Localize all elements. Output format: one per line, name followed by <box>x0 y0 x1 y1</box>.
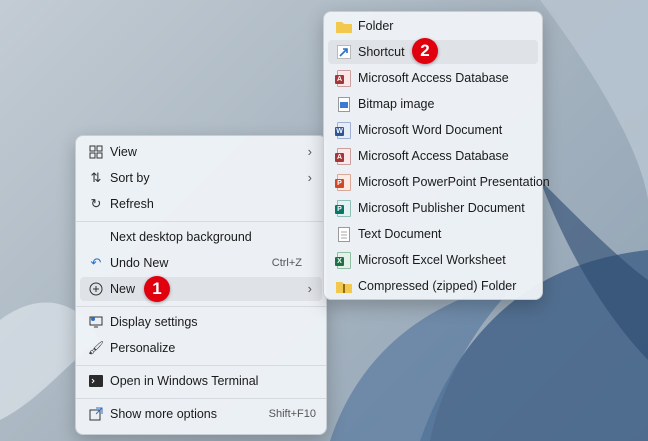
menu-separator <box>76 398 326 399</box>
menu-item-label: Sort by <box>110 171 150 185</box>
add-circle-icon <box>88 281 104 297</box>
menu-item-display-settings[interactable]: Display settings <box>80 310 322 334</box>
menu-item-new[interactable]: New › <box>80 277 322 301</box>
shortcut-hint: Shift+F10 <box>268 408 316 420</box>
terminal-icon <box>88 373 104 389</box>
step-badge-1: 1 <box>144 276 170 302</box>
chevron-right-icon: › <box>307 170 312 185</box>
menu-item-show-more-options[interactable]: Show more options Shift+F10 <box>80 402 322 426</box>
submenu-item-label: Microsoft PowerPoint Presentation <box>358 175 550 189</box>
menu-item-personalize[interactable]: 🖌 Personalize <box>80 336 322 360</box>
submenu-item-label: Text Document <box>358 227 442 241</box>
submenu-item-excel-worksheet[interactable]: X Microsoft Excel Worksheet <box>328 248 538 272</box>
menu-item-next-desktop-background[interactable]: Next desktop background <box>80 225 322 249</box>
shortcut-icon <box>336 44 352 60</box>
menu-item-label: Show more options <box>110 407 218 421</box>
submenu-item-label: Compressed (zipped) Folder <box>358 279 517 293</box>
menu-item-sort-by[interactable]: ⇅ Sort by › <box>80 166 322 190</box>
submenu-item-word-document[interactable]: W Microsoft Word Document <box>328 118 538 142</box>
submenu-item-powerpoint-presentation[interactable]: P Microsoft PowerPoint Presentation <box>328 170 550 194</box>
brush-icon: 🖌 <box>87 340 105 355</box>
excel-icon: X <box>335 251 352 269</box>
menu-separator <box>76 221 326 222</box>
menu-item-view[interactable]: View › <box>80 140 322 164</box>
folder-icon <box>336 18 352 34</box>
menu-item-label: Display settings <box>110 315 198 329</box>
shortcut-hint: Ctrl+Z <box>271 257 302 269</box>
bitmap-icon <box>336 96 352 112</box>
grid-icon <box>88 144 104 160</box>
submenu-item-bitmap-image[interactable]: Bitmap image <box>328 92 538 116</box>
submenu-item-label: Microsoft Access Database <box>358 149 509 163</box>
menu-item-label: Undo New <box>110 256 169 270</box>
menu-item-label: Open in Windows Terminal <box>110 374 259 388</box>
access-icon: A <box>335 69 352 87</box>
submenu-item-label: Microsoft Publisher Document <box>358 201 525 215</box>
submenu-item-publisher-document[interactable]: P Microsoft Publisher Document <box>328 196 538 220</box>
desktop-context-menu: View › ⇅ Sort by › ↻ Refresh Next deskto… <box>75 135 327 435</box>
submenu-item-label: Microsoft Access Database <box>358 71 509 85</box>
menu-item-undo-new[interactable]: ↶ Undo New Ctrl+Z <box>80 251 322 275</box>
submenu-item-text-document[interactable]: Text Document <box>328 222 538 246</box>
access-icon: A <box>335 147 352 165</box>
menu-item-label: View <box>110 145 137 159</box>
submenu-item-label: Shortcut <box>358 45 405 59</box>
word-icon: W <box>335 121 352 139</box>
show-more-icon <box>88 406 104 422</box>
text-document-icon <box>336 226 352 242</box>
submenu-item-label: Folder <box>358 19 394 33</box>
display-settings-icon <box>88 314 104 330</box>
submenu-item-compressed-folder[interactable]: Compressed (zipped) Folder <box>328 274 538 298</box>
submenu-item-access-database-2[interactable]: A Microsoft Access Database <box>328 144 538 168</box>
menu-item-label: Next desktop background <box>110 230 252 244</box>
menu-separator <box>76 365 326 366</box>
publisher-icon: P <box>335 199 352 217</box>
chevron-right-icon: › <box>307 144 312 159</box>
submenu-item-access-database[interactable]: A Microsoft Access Database <box>328 66 538 90</box>
sort-icon: ⇅ <box>90 170 102 185</box>
menu-item-label: Refresh <box>110 197 154 211</box>
chevron-right-icon: › <box>307 281 312 296</box>
submenu-item-label: Bitmap image <box>358 97 435 111</box>
refresh-icon: ↻ <box>90 196 102 211</box>
menu-item-refresh[interactable]: ↻ Refresh <box>80 192 322 216</box>
submenu-item-label: Microsoft Excel Worksheet <box>358 253 506 267</box>
powerpoint-icon: P <box>335 173 352 191</box>
submenu-item-label: Microsoft Word Document <box>358 123 503 137</box>
menu-item-label: New <box>110 282 136 296</box>
zip-folder-icon <box>336 278 352 294</box>
submenu-item-folder[interactable]: Folder <box>328 14 538 38</box>
step-badge-2: 2 <box>412 38 438 64</box>
menu-separator <box>76 306 326 307</box>
menu-item-label: Personalize <box>110 341 176 355</box>
menu-item-open-in-windows-terminal[interactable]: Open in Windows Terminal <box>80 369 322 393</box>
undo-icon: ↶ <box>90 255 102 270</box>
